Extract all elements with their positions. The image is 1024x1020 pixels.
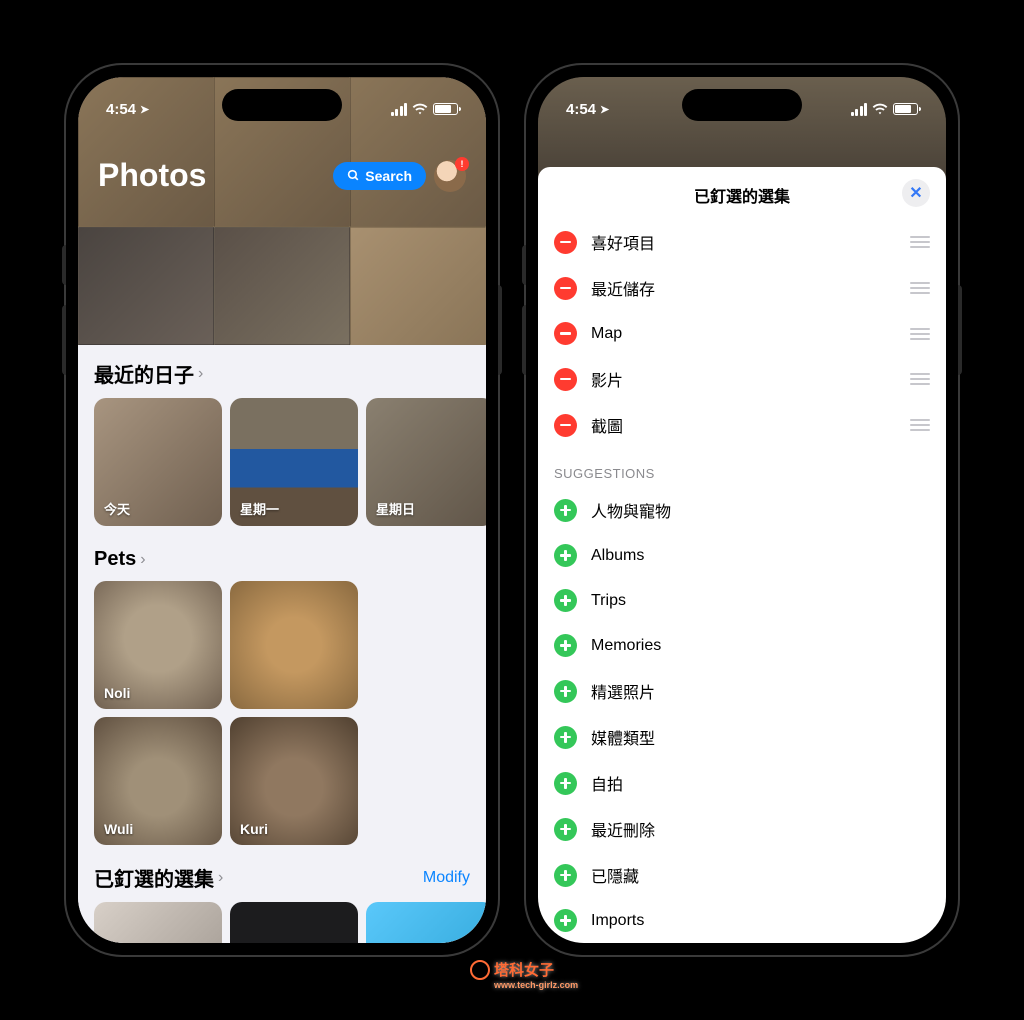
cellular-icon	[851, 103, 868, 116]
search-icon	[347, 169, 360, 182]
photo-thumbnail[interactable]	[78, 227, 214, 345]
location-icon: ➤	[600, 103, 609, 116]
pinned-row[interactable]: 最近儲存	[554, 265, 930, 311]
phone-frame-left: 4:54 ➤ Photos	[66, 65, 498, 955]
remove-icon[interactable]	[554, 414, 577, 437]
add-icon[interactable]	[554, 818, 577, 841]
profile-avatar[interactable]: !	[434, 160, 466, 192]
add-icon[interactable]	[554, 864, 577, 887]
pinned-collection-card[interactable]	[366, 902, 486, 943]
suggestion-row[interactable]: 媒體類型	[554, 714, 930, 760]
remove-icon[interactable]	[554, 368, 577, 391]
add-icon[interactable]	[554, 726, 577, 749]
dynamic-island	[682, 89, 802, 121]
watermark: 塔科女子 www.tech-girlz.com	[470, 959, 554, 980]
add-icon[interactable]	[554, 544, 577, 567]
app-title: Photos	[98, 157, 206, 194]
drag-handle-icon[interactable]	[910, 236, 930, 248]
status-time: 4:54	[106, 101, 136, 118]
suggestion-row[interactable]: Memories	[554, 623, 930, 668]
notification-badge: !	[455, 157, 469, 171]
photo-thumbnail[interactable]	[214, 227, 350, 345]
chevron-right-icon: ›	[198, 365, 203, 383]
search-button[interactable]: Search	[333, 162, 426, 190]
suggestions-list: 人物與寵物 Albums Trips Memories 精選照片 媒體類型 自拍…	[538, 487, 946, 943]
dynamic-island	[222, 89, 342, 121]
location-icon: ➤	[140, 103, 149, 116]
pet-card[interactable]	[230, 581, 358, 709]
drag-handle-icon[interactable]	[910, 419, 930, 431]
edit-pinned-sheet: 已釘選的選集 ✕ 喜好項目 最近儲存 Map	[538, 167, 946, 943]
add-icon[interactable]	[554, 680, 577, 703]
suggestion-row[interactable]: 最近刪除	[554, 806, 930, 852]
pinned-collection-card[interactable]	[94, 902, 222, 943]
photo-thumbnail[interactable]	[350, 227, 486, 345]
cellular-icon	[391, 103, 408, 116]
modify-button[interactable]: Modify	[423, 869, 470, 887]
suggestion-row[interactable]: Albums	[554, 533, 930, 578]
section-pinned[interactable]: 已釘選的選集 ›	[94, 863, 223, 892]
pet-card[interactable]: Wuli	[94, 717, 222, 845]
content-area[interactable]: 最近的日子 › 今天 星期一 星期日 Pets › Noli Wuli Kuri	[78, 345, 486, 943]
suggestion-row[interactable]: Imports	[554, 898, 930, 943]
day-card-today[interactable]: 今天	[94, 398, 222, 526]
add-icon[interactable]	[554, 772, 577, 795]
day-card-monday[interactable]: 星期一	[230, 398, 358, 526]
suggestions-header: SUGGESTIONS	[538, 448, 946, 487]
remove-icon[interactable]	[554, 277, 577, 300]
phone-frame-right: 4:54 ➤ 已釘選的選集 ✕ 喜好項目	[526, 65, 958, 955]
wifi-icon	[412, 101, 428, 117]
suggestion-row[interactable]: 已隱藏	[554, 852, 930, 898]
section-pets[interactable]: Pets ›	[94, 548, 146, 571]
watermark-icon	[470, 960, 490, 980]
screen-edit-pinned: 4:54 ➤ 已釘選的選集 ✕ 喜好項目	[538, 77, 946, 943]
pinned-collection-card[interactable]	[230, 902, 358, 943]
chevron-right-icon: ›	[140, 551, 145, 569]
add-icon[interactable]	[554, 634, 577, 657]
suggestion-row[interactable]: 人物與寵物	[554, 487, 930, 533]
pinned-row[interactable]: 影片	[554, 356, 930, 402]
chevron-right-icon: ›	[218, 869, 223, 887]
add-icon[interactable]	[554, 909, 577, 932]
status-time: 4:54	[566, 101, 596, 118]
pinned-items-list: 喜好項目 最近儲存 Map 影片	[538, 219, 946, 448]
suggestion-row[interactable]: 自拍	[554, 760, 930, 806]
pinned-row[interactable]: 截圖	[554, 402, 930, 448]
pinned-row[interactable]: Map	[554, 311, 930, 356]
remove-icon[interactable]	[554, 322, 577, 345]
pet-card[interactable]: Kuri	[230, 717, 358, 845]
pet-card[interactable]: Noli	[94, 581, 222, 709]
add-icon[interactable]	[554, 499, 577, 522]
screen-photos-app: 4:54 ➤ Photos	[78, 77, 486, 943]
close-icon: ✕	[909, 183, 922, 203]
add-icon[interactable]	[554, 589, 577, 612]
pinned-row[interactable]: 喜好項目	[554, 219, 930, 265]
suggestion-row[interactable]: 精選照片	[554, 668, 930, 714]
drag-handle-icon[interactable]	[910, 373, 930, 385]
drag-handle-icon[interactable]	[910, 282, 930, 294]
day-card-sunday[interactable]: 星期日	[366, 398, 486, 526]
battery-icon	[433, 103, 458, 115]
close-button[interactable]: ✕	[902, 179, 930, 207]
remove-icon[interactable]	[554, 231, 577, 254]
battery-icon	[893, 103, 918, 115]
wifi-icon	[872, 101, 888, 117]
drag-handle-icon[interactable]	[910, 328, 930, 340]
search-label: Search	[365, 168, 412, 184]
suggestion-row[interactable]: Trips	[554, 578, 930, 623]
sheet-title: 已釘選的選集	[694, 183, 790, 207]
section-recent-days[interactable]: 最近的日子 ›	[94, 359, 203, 388]
